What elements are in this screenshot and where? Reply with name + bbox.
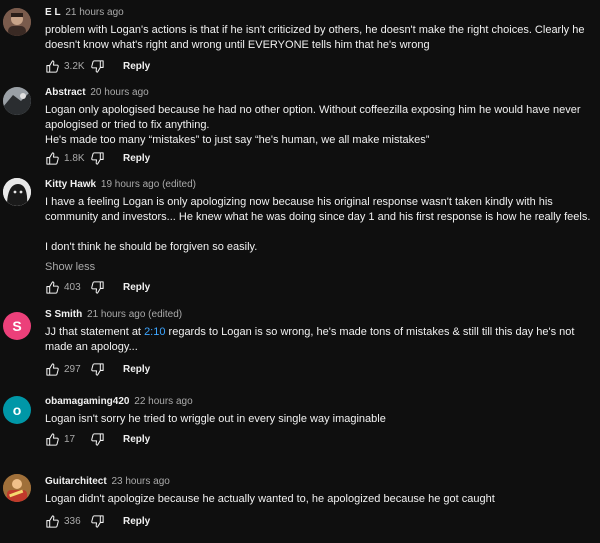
thumbs-up-icon [46, 433, 59, 446]
dislike-button[interactable] [90, 59, 105, 74]
comment-text: Logan isn't sorry he tried to wriggle ou… [45, 412, 594, 427]
comment-text-line: Logan isn't sorry he tried to wriggle ou… [45, 413, 386, 425]
comment: E L 21 hours ago problem with Logan's ac… [0, 0, 600, 80]
author-name[interactable]: Abstract [45, 87, 86, 98]
comment-text: Logan only apologised because he had no … [45, 103, 594, 148]
avatar[interactable] [3, 178, 31, 206]
user-photo-icon [3, 8, 31, 36]
comment-meta: Abstract 20 hours ago [45, 87, 594, 99]
comment: S S Smith 21 hours ago (edited) JJ that … [0, 298, 600, 388]
comment-text-part: JJ that statement at [45, 326, 145, 338]
comment-meta: Guitarchitect 23 hours ago [45, 476, 594, 488]
like-count: 1.8K [64, 153, 85, 164]
author-name[interactable]: E L [45, 7, 61, 18]
dislike-button[interactable] [90, 280, 105, 295]
thumbs-down-icon [91, 433, 104, 446]
reply-button[interactable]: Reply [123, 434, 150, 445]
like-button[interactable] [45, 280, 60, 295]
avatar[interactable]: S [3, 312, 31, 340]
comment: Kitty Hawk 19 hours ago (edited) I have … [0, 172, 600, 298]
avatar-letter: o [12, 402, 22, 418]
comment-time[interactable]: 23 hours ago [111, 476, 169, 487]
dislike-button[interactable] [90, 432, 105, 447]
comment-text-line: problem with Logan's actions is that if … [45, 24, 585, 51]
avatar-letter: S [12, 318, 22, 334]
thumbs-up-icon [46, 152, 59, 165]
thumbs-up-icon [46, 281, 59, 294]
show-less-button[interactable]: Show less [45, 261, 594, 273]
avatar[interactable]: o [3, 396, 31, 424]
reply-button[interactable]: Reply [123, 282, 150, 293]
avatar[interactable] [3, 8, 31, 36]
comment-time[interactable]: 20 hours ago [90, 87, 148, 98]
user-photo-icon [3, 178, 31, 206]
reply-button[interactable]: Reply [123, 61, 150, 72]
comment-text-line: He's made too many “mistakes” to just sa… [45, 134, 430, 146]
thumbs-down-icon [91, 515, 104, 528]
thumbs-down-icon [91, 363, 104, 376]
avatar[interactable] [3, 87, 31, 115]
comment: Abstract 20 hours ago Logan only apologi… [0, 80, 600, 172]
comment: Guitarchitect 23 hours ago Logan didn't … [0, 466, 600, 543]
thumbs-up-icon [46, 515, 59, 528]
reply-button[interactable]: Reply [123, 364, 150, 375]
comment-text: problem with Logan's actions is that if … [45, 23, 594, 53]
comment-actions: 3.2K Reply [45, 59, 150, 74]
like-button[interactable] [45, 514, 60, 529]
comment-time[interactable]: 21 hours ago [65, 7, 123, 18]
comment-meta: E L 21 hours ago [45, 7, 594, 19]
comment-text-line: I have a feeling Logan is only apologizi… [45, 196, 591, 223]
video-timestamp-link[interactable]: 2:10 [144, 326, 165, 338]
avatar[interactable] [3, 474, 31, 502]
like-count: 3.2K [64, 61, 85, 72]
comment-text: I have a feeling Logan is only apologizi… [45, 195, 594, 255]
comment-text: JJ that statement at 2:10 regards to Log… [45, 325, 594, 355]
author-name[interactable]: Kitty Hawk [45, 179, 96, 190]
thumbs-down-icon [91, 281, 104, 294]
comment-actions: 17 Reply [45, 432, 150, 447]
comment-time[interactable]: 22 hours ago [134, 396, 192, 407]
author-name[interactable]: obamagaming420 [45, 396, 129, 407]
user-photo-icon [3, 474, 31, 502]
reply-button[interactable]: Reply [123, 153, 150, 164]
like-count: 17 [64, 434, 76, 445]
comment-actions: 297 Reply [45, 362, 150, 377]
dislike-button[interactable] [90, 514, 105, 529]
comment-meta: Kitty Hawk 19 hours ago (edited) [45, 179, 594, 191]
thumbs-down-icon [91, 152, 104, 165]
thumbs-down-icon [91, 60, 104, 73]
comment: o obamagaming420 22 hours ago Logan isn'… [0, 388, 600, 466]
thumbs-up-icon [46, 60, 59, 73]
reply-button[interactable]: Reply [123, 516, 150, 527]
like-button[interactable] [45, 432, 60, 447]
comment-text: Logan didn't apologize because he actual… [45, 492, 594, 507]
thumbs-up-icon [46, 363, 59, 376]
dislike-button[interactable] [90, 151, 105, 166]
author-name[interactable]: S Smith [45, 309, 82, 320]
like-count: 297 [64, 364, 81, 375]
like-button[interactable] [45, 59, 60, 74]
author-name[interactable]: Guitarchitect [45, 476, 107, 487]
dislike-button[interactable] [90, 362, 105, 377]
comment-meta: S Smith 21 hours ago (edited) [45, 309, 594, 321]
like-button[interactable] [45, 151, 60, 166]
like-count: 403 [64, 282, 81, 293]
comment-text-line: Logan only apologised because he had no … [45, 104, 581, 131]
like-button[interactable] [45, 362, 60, 377]
comment-actions: 1.8K Reply [45, 151, 150, 166]
comment-text-line: I don't think he should be forgiven so e… [45, 241, 258, 253]
comment-time[interactable]: 19 hours ago (edited) [101, 179, 196, 190]
comment-actions: 336 Reply [45, 514, 150, 529]
user-photo-icon [3, 87, 31, 115]
comment-actions: 403 Reply [45, 280, 150, 295]
like-count: 336 [64, 516, 81, 527]
comment-meta: obamagaming420 22 hours ago [45, 396, 594, 408]
comment-text-line: Logan didn't apologize because he actual… [45, 493, 495, 505]
comment-time[interactable]: 21 hours ago (edited) [87, 309, 182, 320]
